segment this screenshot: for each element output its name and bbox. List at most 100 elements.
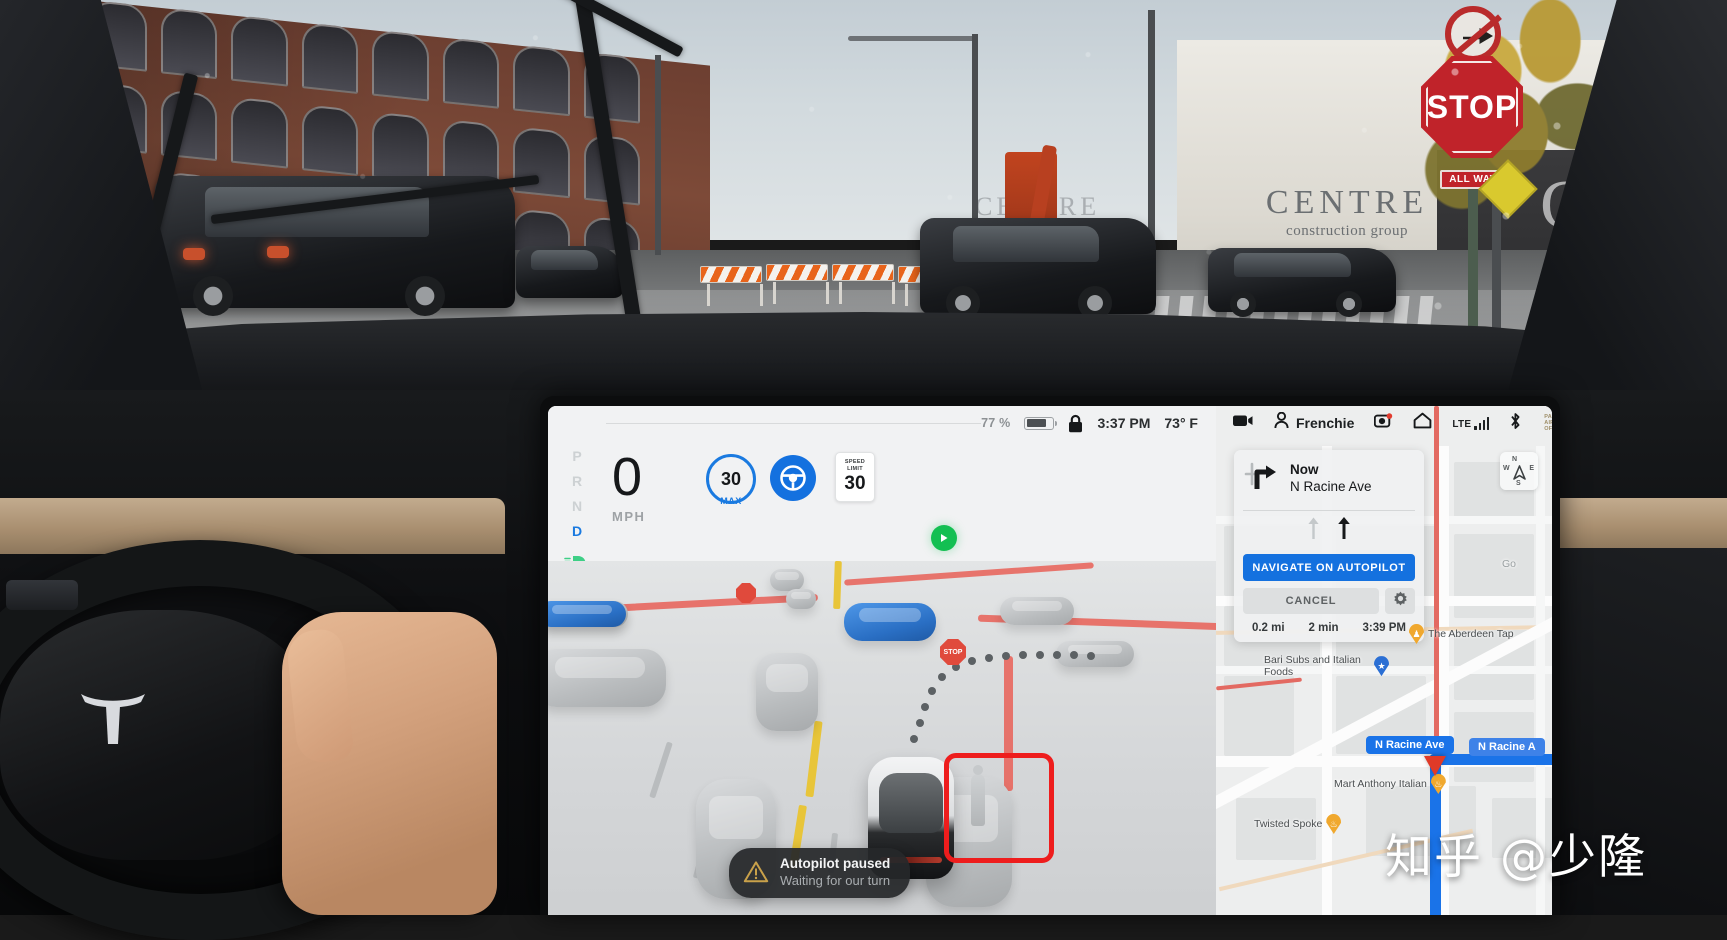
vehicle-far-a: [770, 569, 804, 591]
turn-right-icon: [1244, 460, 1280, 499]
battery-percent-label: 77 %: [981, 416, 1011, 430]
eta-row: 0.2 mi 2 min 3:39 PM: [1234, 620, 1424, 642]
car-mid-left: [516, 246, 624, 298]
poi-pin-mart: ♨: [1430, 774, 1446, 794]
annotation-highlight-box: [944, 753, 1054, 863]
compass-east-label: E: [1529, 465, 1534, 472]
driver-profile[interactable]: Frenchie: [1274, 411, 1355, 434]
status-right-group: 77 % 3:37 PM 73° F: [981, 414, 1202, 433]
vehicle-blue-left-body: [548, 601, 626, 627]
temperature-label: 73° F: [1164, 415, 1198, 431]
poi-go[interactable]: Go: [1502, 558, 1516, 570]
route-badge-secondary: N Racine A: [1469, 738, 1545, 756]
nav-actions-row: CANCEL: [1243, 588, 1415, 614]
person-icon: [1274, 411, 1289, 434]
navigation-arrow-marker: [1424, 756, 1446, 776]
turn-signal-stalk[interactable]: [6, 580, 78, 610]
speed-limit-title-1: SPEED: [844, 458, 866, 465]
poi-pin-twisted: ♨: [1326, 814, 1342, 834]
dashcam-icon[interactable]: [1232, 413, 1254, 433]
home-icon[interactable]: [1413, 412, 1432, 434]
autopilot-3d-render: STOP Autopilot paused Waiting for our tu…: [548, 561, 1216, 915]
vehicle-right-upper: [1000, 597, 1074, 625]
navigate-on-autopilot-button[interactable]: NAVIGATE ON AUTOPILOT: [1243, 554, 1415, 581]
poi-twisted-spoke[interactable]: Twisted Spoke ♨: [1254, 814, 1342, 834]
poi-label-go: Go: [1502, 558, 1517, 570]
lock-icon[interactable]: [1068, 414, 1083, 433]
status-divider: [606, 422, 982, 424]
maneuver-when: Now: [1290, 462, 1319, 478]
screenshot-root: CENTRE CENTRE construction group: [0, 0, 1727, 940]
suv-crossing-right: [920, 218, 1156, 320]
lane-arrow-active: [1337, 516, 1351, 545]
speedometer: 0 MPH: [612, 447, 646, 525]
maneuver-text: Now N Racine Ave: [1290, 462, 1372, 496]
driving-visualization-pane: 77 % 3:37 PM 73° F P R N D 0 MPH 30 MAX …: [548, 406, 1216, 915]
maneuver-row: Now N Racine Ave: [1234, 450, 1424, 510]
no-turn-icon: [1445, 6, 1501, 62]
nav-settings-button[interactable]: [1385, 588, 1415, 614]
speed-unit: MPH: [612, 509, 646, 525]
mini-stop-sign-left: [736, 583, 756, 603]
car-far-right: [1208, 248, 1396, 317]
vehicle-blue-center: [844, 603, 936, 641]
green-nav-arrow-icon: [931, 525, 957, 551]
eta-duration: 2 min: [1308, 622, 1339, 634]
vehicle-far-b: [786, 589, 816, 609]
autopilot-alert-toast: Autopilot paused Waiting for our turn: [729, 847, 911, 898]
compass-north-icon: [1513, 465, 1526, 480]
gear-r[interactable]: R: [572, 473, 582, 489]
warning-triangle-icon: [743, 860, 769, 884]
steering-wheel-hub: [0, 610, 320, 860]
signal-bars-icon: [1474, 416, 1490, 430]
compass-north-label: N: [1512, 456, 1518, 463]
alert-subtitle: Waiting for our turn: [780, 872, 891, 888]
clock-label: 3:37 PM: [1097, 415, 1151, 431]
camera-recording-icon[interactable]: [1374, 413, 1393, 433]
street-light-arm-left: [848, 36, 978, 41]
top-status-bar: Frenchie LTE PA AI OF: [1216, 406, 1552, 440]
stop-sign-post: [1468, 189, 1478, 329]
eta-arrival: 3:39 PM: [1362, 622, 1406, 634]
bluetooth-icon[interactable]: [1509, 412, 1522, 435]
speed-limit-title-2: LIMIT: [847, 465, 863, 472]
poi-aberdeen-tap[interactable]: ♟ The Aberdeen Tap: [1409, 624, 1514, 644]
lane-arrow-inactive: [1307, 516, 1320, 545]
gear-n[interactable]: N: [572, 498, 582, 514]
gear-d[interactable]: D: [572, 523, 582, 539]
cancel-button[interactable]: CANCEL: [1243, 588, 1379, 614]
navigation-card[interactable]: Now N Racine Ave NAVIGATE ON AUTOPILOT C…: [1234, 450, 1424, 642]
network-indicator: LTE: [1452, 416, 1490, 430]
compass-south-label: S: [1516, 480, 1521, 487]
street-light-pole-far: [655, 55, 661, 255]
poi-label-twisted: Twisted Spoke: [1254, 817, 1323, 830]
steering-wheel-icon[interactable]: [770, 455, 816, 501]
gear-p[interactable]: P: [572, 448, 581, 464]
eta-distance: 0.2 mi: [1251, 622, 1285, 634]
profile-name-label: Frenchie: [1296, 415, 1355, 431]
zhihu-watermark: 知乎 @少隆: [1385, 830, 1647, 885]
map-traffic-red-v: [1434, 406, 1439, 746]
vehicle-right-lower: [1056, 641, 1134, 667]
poi-bari-subs[interactable]: Bari Subs and Italian Foods ★: [1264, 654, 1389, 678]
speed-limit-value: 30: [844, 473, 866, 495]
poi-pin-aberdeen: ♟: [1409, 624, 1424, 644]
poi-pin-bari: ★: [1374, 656, 1389, 677]
map-compass-control[interactable]: W N E S: [1500, 452, 1538, 490]
maneuver-street: N Racine Ave: [1290, 479, 1372, 495]
passenger-airbag-indicator: PASSENGER AIRBAG OFF: [1544, 414, 1552, 433]
compass-west-label: W: [1503, 465, 1510, 472]
speed-limit-sign: SPEED LIMIT 30: [835, 452, 875, 502]
vehicle-status-bar: 77 % 3:37 PM 73° F: [548, 406, 1216, 440]
vehicle-ahead-truck: [756, 653, 818, 731]
speed-value: 0: [612, 447, 643, 507]
alert-title: Autopilot paused: [780, 855, 891, 871]
stop-sign-label: STOP: [1426, 88, 1518, 125]
parked-suv-left: [155, 176, 515, 316]
route-badge-primary: N Racine Ave: [1366, 736, 1454, 754]
battery-icon: [1024, 416, 1058, 430]
poi-label-bari: Bari Subs and Italian Foods: [1264, 654, 1361, 679]
poi-mart-anthony[interactable]: Mart Anthony Italian ♨: [1334, 774, 1446, 794]
tesla-logo-icon: [75, 690, 151, 744]
lane-guidance: [1234, 511, 1424, 549]
